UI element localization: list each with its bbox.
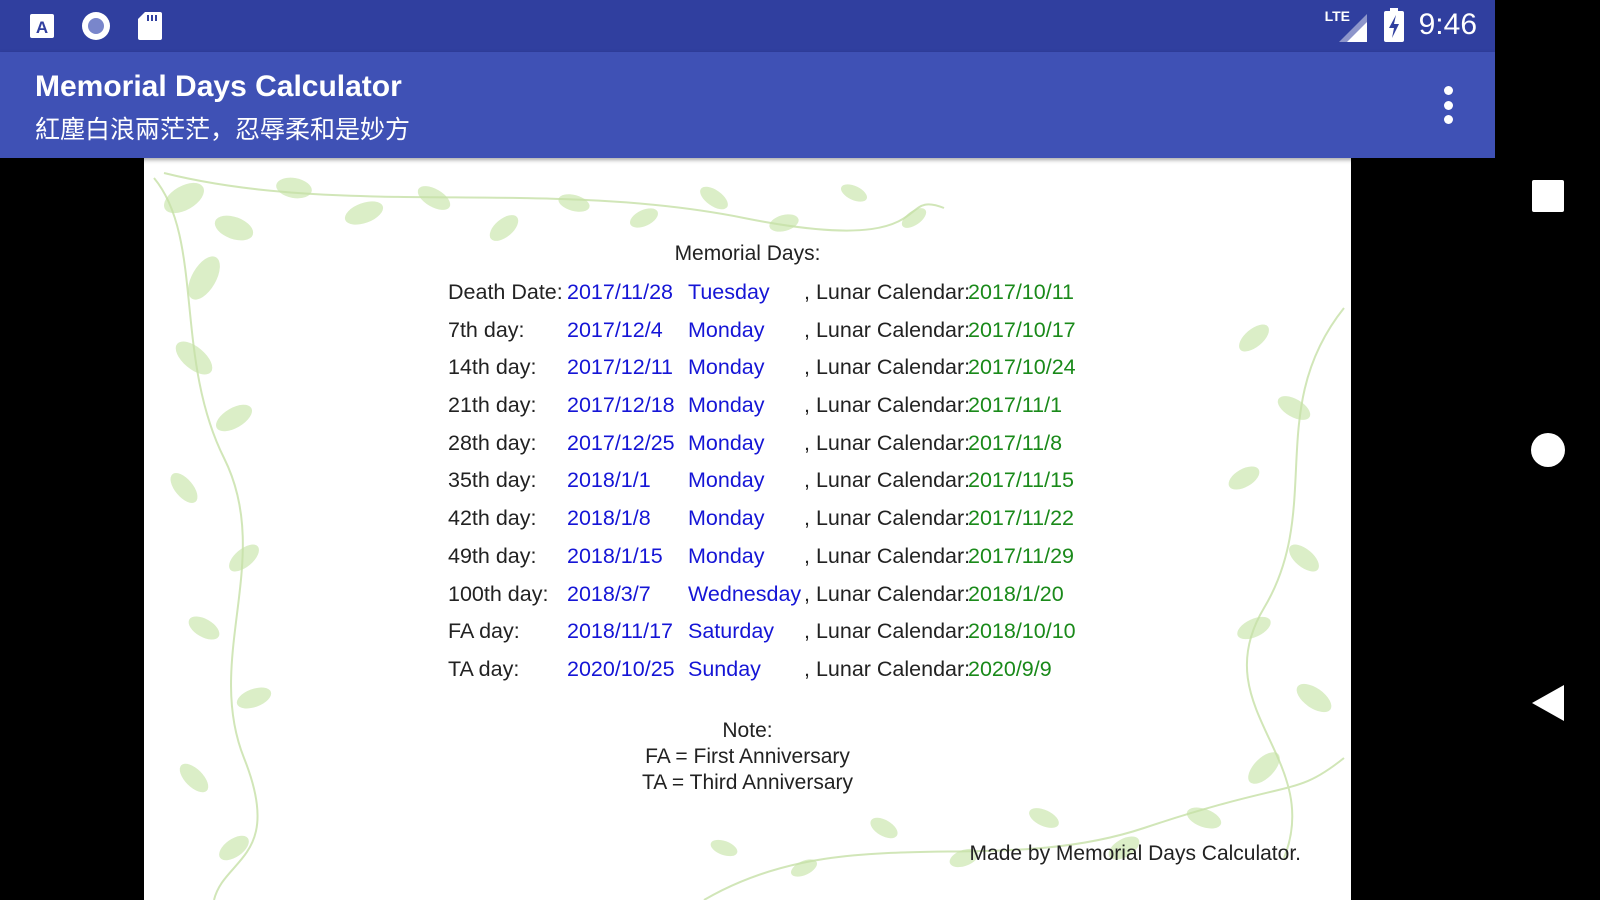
- status-bar-left-icons: A: [26, 10, 166, 42]
- row-label: 28th day:: [448, 430, 537, 455]
- row-lunar-label: , Lunar Calendar:: [804, 656, 971, 681]
- row-lunar-label: , Lunar Calendar:: [804, 506, 971, 531]
- row-date: 2017/11/28: [567, 280, 674, 304]
- row-weekday: Sunday: [688, 656, 761, 681]
- row-date: 2018/1/8: [567, 506, 651, 531]
- row-date: 2018/11/17: [567, 619, 674, 644]
- row-label: 49th day:: [448, 543, 537, 568]
- memorial-days-heading: Memorial Days:: [674, 242, 821, 265]
- row-label: 35th day:: [448, 468, 537, 493]
- navigation-bar: [1495, 0, 1600, 900]
- note-section: Note: FA = First Anniversary TA = Third …: [144, 718, 1351, 796]
- row-label: 21th day:: [448, 393, 537, 418]
- battery-charging-icon: [1383, 8, 1405, 42]
- row-label: FA day:: [448, 619, 520, 644]
- text-a-icon: A: [26, 10, 58, 42]
- row-lunar-date: 2017/10/11: [968, 280, 1075, 304]
- row-lunar-date: 2020/9/9: [968, 656, 1052, 681]
- row-label: 42th day:: [448, 506, 537, 531]
- note-title: Note:: [722, 719, 773, 742]
- row-date: 2017/12/11: [567, 355, 674, 380]
- row-lunar-label: , Lunar Calendar:: [804, 581, 971, 606]
- row-weekday: Monday: [688, 393, 765, 418]
- status-bar: A LTE 9:46: [0, 0, 1495, 52]
- note-line-fa: FA = First Anniversary: [645, 745, 850, 768]
- row-date: 2018/3/7: [567, 581, 651, 606]
- clock: 9:46: [1418, 8, 1477, 41]
- overview-square-icon[interactable]: [1495, 161, 1600, 231]
- row-lunar-label: , Lunar Calendar:: [804, 317, 971, 342]
- row-lunar-date: 2018/10/10: [968, 619, 1076, 644]
- row-lunar-date: 2017/10/17: [968, 317, 1076, 342]
- row-lunar-label: , Lunar Calendar:: [804, 619, 971, 644]
- back-triangle-icon[interactable]: [1495, 668, 1600, 738]
- row-date: 2018/1/15: [567, 543, 663, 568]
- home-circle-icon[interactable]: [1495, 415, 1600, 485]
- row-label: 100th day:: [448, 581, 549, 606]
- row-weekday: Monday: [688, 355, 765, 380]
- row-date: 2018/1/1: [567, 468, 651, 493]
- row-lunar-label: , Lunar Calendar:: [804, 430, 971, 455]
- row-lunar-date: 2017/11/15: [968, 468, 1075, 493]
- memorial-days-panel: Memorial Days: Death Date: 2017/11/28 Tues…: [144, 158, 1351, 900]
- record-circle-icon: [80, 10, 112, 42]
- row-lunar-label: , Lunar Calendar:: [804, 355, 971, 380]
- row-lunar-label: , Lunar Calendar:: [804, 543, 971, 568]
- app-title: Memorial Days Calculator: [35, 70, 402, 103]
- lte-signal-icon: LTE: [1325, 6, 1369, 44]
- footer-credit: Made by Memorial Days Calculator.: [969, 842, 1301, 865]
- note-line-ta: TA = Third Anniversary: [641, 771, 854, 794]
- row-date: 2017/12/25: [567, 430, 675, 455]
- row-weekday: Monday: [688, 543, 765, 568]
- status-bar-right: LTE 9:46: [1325, 6, 1477, 44]
- row-weekday: Monday: [688, 430, 765, 455]
- svg-text:A: A: [36, 18, 48, 37]
- row-weekday: Monday: [688, 317, 765, 342]
- row-lunar-date: 2017/11/29: [968, 543, 1075, 568]
- row-date: 2017/12/18: [567, 393, 675, 418]
- row-lunar-date: 2017/11/1: [968, 393, 1063, 418]
- row-label: 7th day:: [448, 317, 525, 342]
- row-label: 14th day:: [448, 355, 537, 380]
- row-date: 2020/10/25: [567, 656, 675, 681]
- row-label: Death Date:: [448, 280, 563, 304]
- row-lunar-date: 2017/11/8: [968, 430, 1063, 455]
- row-weekday: Monday: [688, 506, 765, 531]
- row-lunar-label: , Lunar Calendar:: [804, 393, 971, 418]
- app-subtitle: 紅塵白浪兩茫茫，忍辱柔和是妙方: [35, 115, 411, 144]
- row-lunar-date: 2018/1/20: [968, 581, 1064, 606]
- row-weekday: Saturday: [688, 619, 775, 644]
- row-date: 2017/12/4: [567, 317, 663, 342]
- row-lunar-label: , Lunar Calendar:: [804, 280, 971, 304]
- row-weekday: Monday: [688, 468, 765, 493]
- row-lunar-label: , Lunar Calendar:: [804, 468, 971, 493]
- row-weekday: Tuesday: [688, 280, 770, 304]
- row-label: TA day:: [448, 656, 520, 681]
- sd-card-icon: [134, 10, 166, 42]
- row-lunar-date: 2017/11/22: [968, 506, 1075, 531]
- row-weekday: Wednesday: [688, 581, 802, 606]
- row-lunar-date: 2017/10/24: [968, 355, 1076, 380]
- app-bar: Memorial Days Calculator 紅塵白浪兩茫茫，忍辱柔和是妙方: [0, 52, 1495, 158]
- overflow-menu-icon[interactable]: [1430, 82, 1466, 128]
